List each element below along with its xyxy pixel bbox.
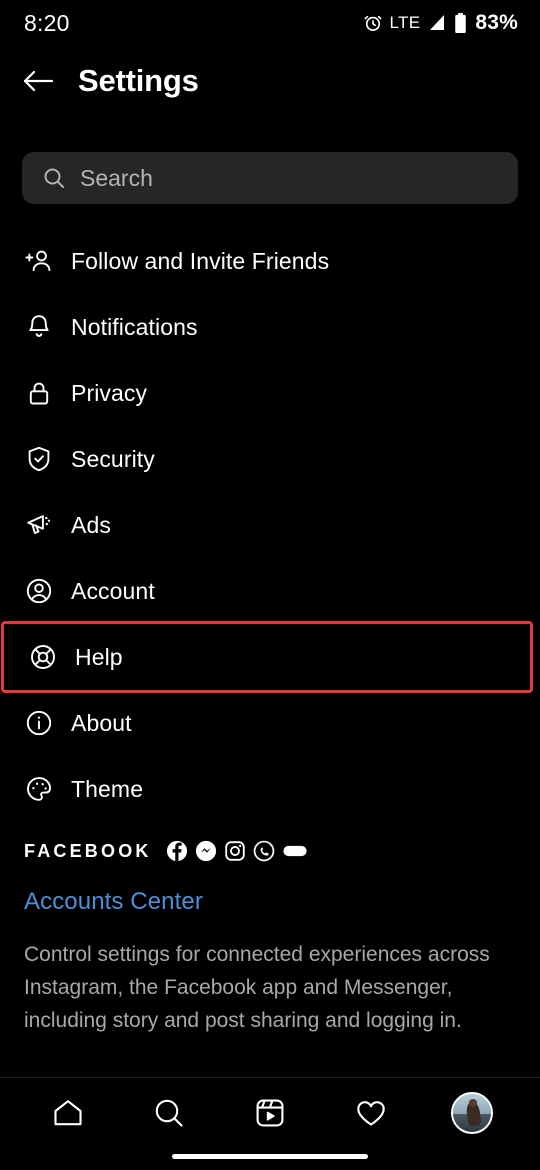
menu-item-label: Theme xyxy=(71,775,144,802)
home-icon xyxy=(51,1096,85,1130)
palette-icon xyxy=(24,774,54,804)
person-add-icon xyxy=(24,246,54,276)
nav-profile-button[interactable] xyxy=(442,1083,502,1143)
facebook-app-icons xyxy=(166,840,308,862)
facebook-icon xyxy=(166,840,188,862)
nav-home-button[interactable] xyxy=(38,1083,98,1143)
facebook-section-description: Control settings for connected experienc… xyxy=(24,943,490,1032)
status-time: 8:20 xyxy=(24,9,70,36)
instagram-icon xyxy=(224,840,246,862)
menu-item-about[interactable]: About xyxy=(0,690,540,756)
shield-check-icon xyxy=(24,444,54,474)
back-button[interactable] xyxy=(10,53,66,109)
megaphone-icon xyxy=(24,510,54,540)
facebook-brand-label: FACEBOOK xyxy=(24,840,152,861)
gesture-home-bar[interactable] xyxy=(172,1154,368,1159)
settings-menu: Follow and Invite Friends Notifications … xyxy=(0,228,540,822)
messenger-icon xyxy=(195,840,217,862)
nav-reels-button[interactable] xyxy=(240,1083,300,1143)
menu-item-label: Follow and Invite Friends xyxy=(71,247,330,274)
app-header: Settings xyxy=(0,52,540,110)
avatar xyxy=(450,1092,493,1134)
network-type-label: LTE xyxy=(389,13,421,32)
menu-item-help[interactable]: Help xyxy=(1,621,533,693)
accounts-center-link[interactable]: Accounts Center xyxy=(24,888,524,916)
oculus-icon xyxy=(282,840,308,862)
lock-icon xyxy=(24,378,54,408)
nav-search-button[interactable] xyxy=(139,1083,199,1143)
menu-item-theme[interactable]: Theme xyxy=(0,756,540,822)
whatsapp-icon xyxy=(253,840,275,862)
menu-item-security[interactable]: Security xyxy=(0,426,540,492)
signal-bars-icon xyxy=(427,14,447,32)
menu-item-label: About xyxy=(71,709,132,736)
reels-icon xyxy=(253,1096,287,1130)
menu-item-label: Account xyxy=(71,577,155,604)
lifebuoy-icon xyxy=(28,642,58,672)
menu-item-label: Notifications xyxy=(71,313,198,340)
menu-item-label: Privacy xyxy=(71,379,148,406)
search-icon xyxy=(42,166,66,190)
search-icon xyxy=(152,1096,186,1130)
menu-item-follow-and-invite-friends[interactable]: Follow and Invite Friends xyxy=(0,228,540,294)
search-field[interactable]: Search xyxy=(22,152,518,204)
menu-item-account[interactable]: Account xyxy=(0,558,540,624)
info-circle-icon xyxy=(24,708,54,738)
status-bar: 8:20 LTE 83% xyxy=(0,0,540,46)
bell-icon xyxy=(24,312,54,342)
bottom-navigation xyxy=(0,1078,540,1148)
menu-item-label: Security xyxy=(71,445,155,472)
menu-item-label: Help xyxy=(75,643,123,670)
facebook-section: FACEBOOK Accounts Center Control setting… xyxy=(24,840,524,1037)
page-title: Settings xyxy=(78,63,199,98)
heart-icon xyxy=(354,1096,388,1130)
alarm-clock-icon xyxy=(363,13,383,33)
battery-icon xyxy=(454,12,467,34)
battery-percent-label: 83% xyxy=(475,11,518,34)
facebook-brand-row: FACEBOOK xyxy=(24,840,524,862)
menu-item-notifications[interactable]: Notifications xyxy=(0,294,540,360)
status-indicators: LTE 83% xyxy=(363,11,518,35)
menu-item-privacy[interactable]: Privacy xyxy=(0,360,540,426)
nav-activity-button[interactable] xyxy=(341,1083,401,1143)
menu-item-label: Ads xyxy=(71,511,111,538)
back-arrow-icon xyxy=(22,68,54,94)
search-placeholder: Search xyxy=(80,164,153,191)
account-circle-icon xyxy=(24,576,54,606)
avatar-head xyxy=(469,1099,477,1107)
menu-item-ads[interactable]: Ads xyxy=(0,492,540,558)
